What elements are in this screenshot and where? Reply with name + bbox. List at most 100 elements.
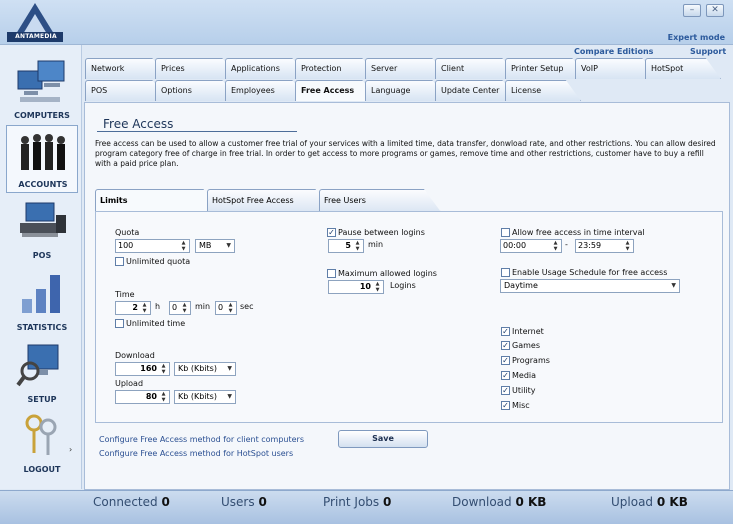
nav-logout[interactable]: LOGOUT	[6, 409, 78, 477]
interval-to-spinner[interactable]: 23:59 ▲ ▼	[575, 239, 634, 253]
pause-spinner[interactable]: 5 ▲ ▼	[328, 239, 364, 253]
chevron-down-icon: ▼	[227, 365, 232, 372]
spin-arrows-icon[interactable]: ▲ ▼	[159, 363, 168, 375]
nav-setup[interactable]: SETUP	[6, 339, 78, 407]
chevron-down-icon: ▼	[226, 242, 231, 249]
usage-schedule-checkbox[interactable]	[501, 268, 510, 277]
subtab-hotspot-free-access[interactable]: HotSpot Free Access	[207, 189, 333, 212]
allow-time-interval-label: Allow free access in time interval	[512, 228, 645, 237]
seconds-unit-label: sec	[240, 302, 254, 311]
spin-arrows-icon[interactable]: ▲ ▼	[180, 302, 189, 314]
quota-label: Quota	[115, 228, 140, 237]
users-label: Users	[221, 495, 255, 509]
spin-arrows-icon[interactable]: ▲ ▼	[551, 240, 560, 252]
compare-editions-link[interactable]: Compare Editions	[574, 47, 653, 56]
download-unit-select[interactable]: Kb (Kbits) ▼	[174, 362, 236, 376]
nav-statistics-label: STATISTICS	[16, 323, 68, 332]
nav-expand-arrow[interactable]: ›	[69, 445, 72, 454]
quota-unit-value: MB	[199, 241, 212, 250]
time-minutes-spinner[interactable]: 0 ▲ ▼	[169, 301, 191, 315]
download-status-value: 0 KB	[515, 495, 547, 509]
category-misc-checkbox[interactable]: ✓	[501, 401, 510, 410]
category-utility-checkbox[interactable]: ✓	[501, 386, 510, 395]
allow-time-interval-checkbox[interactable]	[501, 228, 510, 237]
subtab-free-users[interactable]: Free Users	[319, 189, 441, 212]
download-unit-value: Kb (Kbits)	[178, 364, 217, 373]
unlimited-time-label: Unlimited time	[126, 319, 186, 328]
unlimited-quota-label: Unlimited quota	[126, 257, 191, 266]
nav-pos[interactable]: POS	[6, 195, 78, 263]
usage-schedule-label: Enable Usage Schedule for free access	[512, 268, 668, 277]
connected-value: 0	[161, 495, 170, 509]
time-seconds-spinner[interactable]: 0 ▲ ▼	[215, 301, 237, 315]
configure-client-link[interactable]: Configure Free Access method for client …	[99, 435, 304, 444]
upload-spinner[interactable]: 80 ▲ ▼	[115, 390, 170, 404]
nav-accounts[interactable]: ACCOUNTS	[6, 125, 78, 193]
maximum-allowed-logins-checkbox[interactable]	[327, 269, 336, 278]
category-misc-label: Misc	[512, 401, 530, 410]
time-label: Time	[115, 290, 135, 299]
spin-arrows-icon[interactable]: ▲ ▼	[373, 281, 382, 293]
max-logins-value: 10	[359, 282, 371, 291]
interval-separator: -	[565, 240, 568, 249]
nav-computers[interactable]: COMPUTERS	[6, 55, 78, 123]
category-internet-label: Internet	[512, 327, 544, 336]
time-seconds-value: 0	[218, 303, 224, 312]
category-games-checkbox[interactable]: ✓	[501, 341, 510, 350]
category-media-checkbox[interactable]: ✓	[501, 371, 510, 380]
quota-spinner[interactable]: 100 ▲ ▼	[115, 239, 190, 253]
status-bar: Connected 0 Users 0 Print Jobs 0 Downloa…	[0, 490, 733, 524]
expert-mode-link[interactable]: Expert mode	[668, 33, 725, 42]
quota-value: 100	[118, 241, 134, 250]
category-internet-checkbox[interactable]: ✓	[501, 327, 510, 336]
chevron-down-icon: ▼	[671, 282, 676, 289]
title-underline	[97, 131, 297, 132]
configure-hotspot-link[interactable]: Configure Free Access method for HotSpot…	[99, 449, 293, 458]
schedule-select[interactable]: Daytime ▼	[500, 279, 680, 293]
spin-arrows-icon[interactable]: ▲ ▼	[179, 240, 188, 252]
unlimited-quota-checkbox[interactable]	[115, 257, 124, 266]
spin-arrows-icon[interactable]: ▲ ▼	[623, 240, 632, 252]
spin-arrows-icon[interactable]: ▲ ▼	[353, 240, 362, 252]
upload-unit-select[interactable]: Kb (Kbits) ▼	[174, 390, 236, 404]
title-bar: ANTAMEDIA – ✕ Expert mode	[0, 0, 733, 45]
connected-label: Connected	[93, 495, 158, 509]
tab-hotspot[interactable]: HotSpot	[645, 58, 721, 79]
spin-arrows-icon[interactable]: ▲ ▼	[140, 302, 149, 314]
nav-statistics[interactable]: STATISTICS	[6, 267, 78, 335]
logins-unit-label: Logins	[390, 281, 416, 290]
users-value: 0	[258, 495, 267, 509]
save-button[interactable]: Save	[338, 430, 428, 448]
time-hours-spinner[interactable]: 2 ▲ ▼	[115, 301, 151, 315]
category-programs-checkbox[interactable]: ✓	[501, 356, 510, 365]
quota-unit-select[interactable]: MB ▼	[195, 239, 235, 253]
download-value: 160	[140, 364, 157, 373]
download-spinner[interactable]: 160 ▲ ▼	[115, 362, 170, 376]
logo-text: ANTAMEDIA	[15, 33, 57, 40]
statistics-chart-icon	[22, 275, 60, 313]
spin-arrows-icon[interactable]: ▲ ▼	[159, 391, 168, 403]
pause-between-logins-checkbox[interactable]: ✓	[327, 228, 336, 237]
minimize-button[interactable]: –	[683, 4, 701, 17]
upload-unit-value: Kb (Kbits)	[178, 392, 217, 401]
computers-icon	[17, 60, 65, 102]
time-hours-value: 2	[132, 303, 138, 312]
status-upload: Upload 0 KB	[611, 495, 688, 509]
print-jobs-label: Print Jobs	[323, 495, 380, 509]
status-print-jobs: Print Jobs 0	[323, 495, 391, 509]
upload-value: 80	[145, 392, 157, 401]
tab-license[interactable]: License	[505, 80, 581, 101]
close-button[interactable]: ✕	[706, 4, 724, 17]
pause-between-logins-label: Pause between logins	[338, 228, 425, 237]
max-logins-spinner[interactable]: 10 ▲ ▼	[328, 280, 384, 294]
nav-computers-label: COMPUTERS	[14, 111, 70, 120]
interval-from-spinner[interactable]: 00:00 ▲ ▼	[500, 239, 562, 253]
support-link[interactable]: Support	[690, 47, 726, 56]
hours-unit-label: h	[155, 302, 161, 311]
nav-logout-label: LOGOUT	[23, 465, 61, 474]
subtab-limits[interactable]: Limits	[95, 189, 221, 212]
unlimited-time-checkbox[interactable]	[115, 319, 124, 328]
setup-monitor-icon	[16, 344, 59, 387]
category-utility-label: Utility	[512, 386, 536, 395]
spin-arrows-icon[interactable]: ▲ ▼	[226, 302, 235, 314]
